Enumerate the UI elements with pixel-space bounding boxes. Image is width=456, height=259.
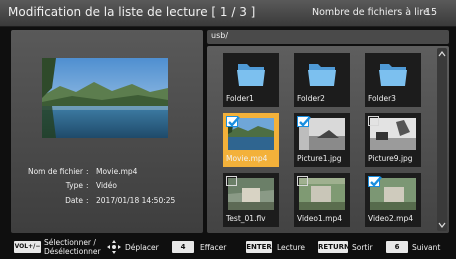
unchecked-checkbox[interactable] <box>226 176 237 186</box>
grid-item-label: Folder3 <box>368 94 396 103</box>
move-label: Déplacer <box>125 243 159 252</box>
scroll-down-icon[interactable] <box>438 221 446 229</box>
exit-label: Sortir <box>352 243 373 252</box>
folder-icon <box>370 58 416 90</box>
return-key: RETURN <box>318 241 350 253</box>
grid-item-test01[interactable]: Test_01.flv <box>223 173 279 227</box>
type-value: Vidéo <box>96 181 118 190</box>
file-grid: Folder1 Folder2 Folder3 Movie.mp4 Pictur… <box>207 46 449 233</box>
grid-item-folder2[interactable]: Folder2 <box>294 53 350 107</box>
filename-label: Nom de fichier <box>27 167 83 176</box>
current-path: usb/ <box>211 31 229 40</box>
date-value: 2017/01/18 14:50:25 <box>96 196 176 205</box>
separator-colon: : <box>86 196 89 205</box>
folder-icon <box>228 58 274 90</box>
file-count: 15 <box>425 7 438 18</box>
unchecked-checkbox[interactable] <box>297 176 308 186</box>
footer-hints: VOL+/− Sélectionner / Désélectionner Dép… <box>0 236 456 259</box>
preview-image <box>42 58 168 138</box>
grid-item-folder1[interactable]: Folder1 <box>223 53 279 107</box>
deselect-label: Désélectionner <box>44 247 101 256</box>
grid-item-label: Movie.mp4 <box>226 154 268 163</box>
play-label: Lecture <box>277 243 306 252</box>
grid-item-picture1[interactable]: Picture1.jpg <box>294 113 350 167</box>
filename-value: Movie.mp4 <box>96 167 138 176</box>
separator-colon: : <box>86 167 89 176</box>
grid-item-video1[interactable]: Video1.mp4 <box>294 173 350 227</box>
key-4: 4 <box>172 241 194 253</box>
grid-item-label: Folder1 <box>226 94 254 103</box>
grid-item-label: Video1.mp4 <box>297 214 343 223</box>
folder-icon <box>299 58 345 90</box>
navigation-arrows-icon <box>107 240 121 254</box>
delete-label: Effacer <box>200 243 227 252</box>
grid-item-label: Picture9.jpg <box>368 154 413 163</box>
unchecked-checkbox[interactable] <box>368 116 379 126</box>
separator-colon: : <box>86 181 89 190</box>
next-label: Suivant <box>412 243 441 252</box>
scrollbar[interactable] <box>437 48 447 231</box>
path-bar: usb/ <box>207 30 449 44</box>
file-details-panel: Nom de fichier : Movie.mp4 Type : Vidéo … <box>11 30 203 233</box>
checked-checkbox[interactable] <box>297 116 311 127</box>
grid-item-video2[interactable]: Video2.mp4 <box>365 173 421 227</box>
grid-item-movie[interactable]: Movie.mp4 <box>223 113 279 167</box>
scroll-up-icon[interactable] <box>438 50 446 58</box>
grid-item-picture9[interactable]: Picture9.jpg <box>365 113 421 167</box>
enter-key: ENTER <box>246 241 272 253</box>
key-6: 6 <box>386 241 408 253</box>
grid-item-label: Video2.mp4 <box>368 214 414 223</box>
page-title: Modification de la liste de lecture [ 1 … <box>8 5 256 19</box>
select-label: Sélectionner / <box>44 238 96 247</box>
grid-item-folder3[interactable]: Folder3 <box>365 53 421 107</box>
grid-item-label: Picture1.jpg <box>297 154 342 163</box>
vol-key: VOL+/− <box>14 241 41 253</box>
checked-checkbox[interactable] <box>226 116 240 127</box>
grid-item-label: Test_01.flv <box>226 214 266 223</box>
grid-item-label: Folder2 <box>297 94 325 103</box>
title-bar: Modification de la liste de lecture [ 1 … <box>0 0 456 27</box>
checked-checkbox[interactable] <box>368 176 382 187</box>
date-label: Date <box>65 196 83 205</box>
file-count-label: Nombre de fichiers à lire <box>312 7 429 18</box>
type-label: Type <box>65 181 83 190</box>
